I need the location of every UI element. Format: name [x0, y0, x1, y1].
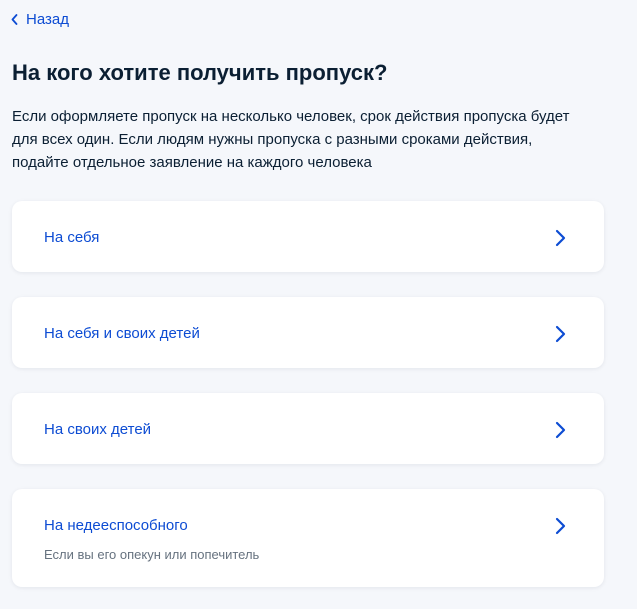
back-link-label: Назад — [26, 11, 69, 28]
intro-text: Если оформляете пропуск на несколько чел… — [12, 108, 570, 171]
option-label: На себя и своих детей — [44, 325, 200, 342]
option-card-incapacitated[interactable]: На недееспособного Если вы его опекун ил… — [12, 489, 604, 587]
option-label: На недееспособного — [44, 517, 188, 534]
option-card-self[interactable]: На себя — [12, 201, 604, 272]
chevron-right-icon — [554, 421, 566, 439]
chevron-right-icon — [554, 517, 566, 535]
option-card-self-and-children[interactable]: На себя и своих детей — [12, 297, 604, 368]
chevron-right-icon — [554, 325, 566, 343]
page-title: На кого хотите получить пропуск? — [12, 60, 388, 85]
option-card-children[interactable]: На своих детей — [12, 393, 604, 464]
chevron-left-icon — [11, 14, 18, 25]
option-subtitle: Если вы его опекун или попечитель — [44, 547, 260, 562]
option-label: На себя — [44, 229, 100, 246]
chevron-right-icon — [554, 229, 566, 247]
back-link[interactable]: Назад — [11, 11, 69, 28]
option-label: На своих детей — [44, 421, 152, 438]
